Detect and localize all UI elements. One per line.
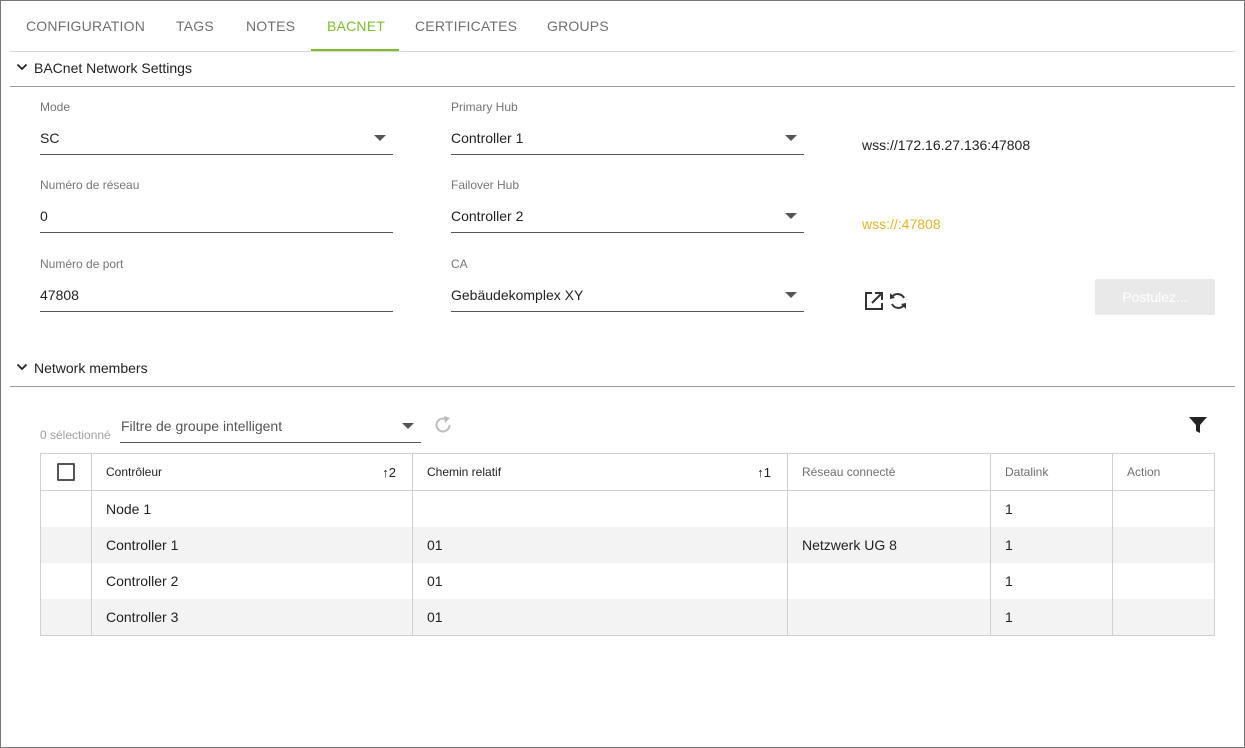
column-label: Action	[1127, 465, 1161, 479]
selected-count: 0 sélectionné	[40, 428, 111, 442]
cell-relative-path	[413, 491, 788, 527]
column-label: Réseau connecté	[802, 465, 896, 479]
table-row[interactable]: Node 1 1	[41, 491, 1214, 527]
field-label: Failover Hub	[451, 178, 520, 192]
table-header-row: Contrôleur ↑2 Chemin relatif ↑1 Réseau c…	[41, 454, 1214, 491]
cell-connected-network: Netzwerk UG 8	[788, 527, 991, 563]
column-header-relative-path[interactable]: Chemin relatif ↑1	[413, 454, 788, 490]
filter-icon[interactable]	[1187, 414, 1209, 436]
column-label: Chemin relatif	[427, 465, 502, 479]
cell-datalink: 1	[991, 527, 1113, 563]
network-number-input[interactable]: Numéro de réseau 0	[40, 178, 393, 248]
active-tab-indicator	[311, 49, 399, 51]
cell-relative-path: 01	[413, 527, 788, 563]
apply-button[interactable]: Postulez...	[1095, 279, 1215, 315]
field-label: CA	[451, 257, 468, 271]
dropdown-arrow-icon	[374, 135, 386, 141]
field-value: 47808	[40, 287, 79, 303]
cell-action	[1113, 527, 1214, 563]
field-underline	[451, 232, 804, 233]
field-underline	[40, 232, 393, 233]
header-select-cell	[41, 454, 92, 490]
cell-connected-network	[788, 599, 991, 635]
sort-indicator: ↑2	[382, 465, 396, 480]
cell-datalink: 1	[991, 563, 1113, 599]
tab-bar: CONFIGURATION TAGS NOTES BACNET CERTIFIC…	[10, 0, 1235, 52]
column-label: Contrôleur	[106, 465, 163, 479]
row-select-cell[interactable]	[41, 563, 92, 599]
field-underline	[451, 311, 804, 312]
table-row[interactable]: Controller 1 01 Netzwerk UG 8 1	[41, 527, 1214, 563]
tab-bacnet[interactable]: BACNET	[327, 18, 385, 34]
dropdown-arrow-icon	[785, 292, 797, 298]
cell-relative-path: 01	[413, 599, 788, 635]
chevron-down-icon	[16, 63, 28, 71]
cell-action	[1113, 599, 1214, 635]
cell-controller: Controller 2	[92, 563, 413, 599]
refresh-icon[interactable]	[887, 290, 909, 312]
field-label: Numéro de port	[40, 257, 124, 271]
column-header-datalink[interactable]: Datalink	[991, 454, 1113, 490]
cell-controller: Controller 1	[92, 527, 413, 563]
cell-connected-network	[788, 563, 991, 599]
dropdown-arrow-icon	[785, 213, 797, 219]
section-title: BACnet Network Settings	[34, 60, 192, 76]
failover-hub-url: wss://:47808	[862, 216, 941, 232]
cell-action	[1113, 563, 1214, 599]
cell-controller: Controller 3	[92, 599, 413, 635]
section-title: Network members	[34, 360, 148, 376]
dropdown-arrow-icon	[402, 423, 414, 429]
dropdown-arrow-icon	[785, 135, 797, 141]
cell-datalink: 1	[991, 599, 1113, 635]
field-value: 0	[40, 208, 48, 224]
smart-group-filter-select[interactable]: Filtre de groupe intelligent	[120, 413, 421, 443]
primary-hub-url: wss://172.16.27.136:47808	[862, 137, 1031, 153]
primary-hub-select[interactable]: Primary Hub Controller 1	[451, 100, 804, 170]
cell-controller: Node 1	[92, 491, 413, 527]
cell-action	[1113, 491, 1214, 527]
field-label: Numéro de réseau	[40, 178, 140, 192]
field-underline	[40, 154, 393, 155]
chevron-down-icon	[16, 363, 28, 371]
field-label: Mode	[40, 100, 71, 114]
field-value: Controller 2	[451, 208, 524, 224]
field-underline	[40, 311, 393, 312]
column-label: Datalink	[1005, 465, 1049, 479]
row-select-cell[interactable]	[41, 491, 92, 527]
mode-select[interactable]: Mode SC	[40, 100, 393, 170]
filter-value: Filtre de groupe intelligent	[121, 418, 283, 434]
row-select-cell[interactable]	[41, 527, 92, 563]
tab-notes[interactable]: NOTES	[246, 18, 295, 34]
section-header-network-members[interactable]: Network members	[10, 352, 1235, 387]
tab-certificates[interactable]: CERTIFICATES	[415, 18, 517, 34]
column-header-controller[interactable]: Contrôleur ↑2	[92, 454, 413, 490]
field-value: Gebäudekomplex XY	[451, 287, 584, 303]
open-external-icon[interactable]	[863, 290, 885, 312]
cell-connected-network	[788, 491, 991, 527]
tab-configuration[interactable]: CONFIGURATION	[26, 18, 145, 34]
row-select-cell[interactable]	[41, 599, 92, 635]
column-header-connected-network[interactable]: Réseau connecté	[788, 454, 991, 490]
section-header-network-settings[interactable]: BACnet Network Settings	[10, 52, 1235, 87]
network-members-table: Contrôleur ↑2 Chemin relatif ↑1 Réseau c…	[40, 453, 1215, 636]
cell-relative-path: 01	[413, 563, 788, 599]
field-value: Controller 1	[451, 130, 524, 146]
tab-tags[interactable]: TAGS	[176, 18, 214, 34]
failover-hub-select[interactable]: Failover Hub Controller 2	[451, 178, 804, 248]
cell-datalink: 1	[991, 491, 1113, 527]
reload-icon[interactable]	[432, 414, 454, 436]
table-row[interactable]: Controller 2 01 1	[41, 563, 1214, 599]
port-number-input[interactable]: Numéro de port 47808	[40, 257, 393, 327]
column-header-action: Action	[1113, 454, 1214, 490]
ca-select[interactable]: CA Gebäudekomplex XY	[451, 257, 804, 327]
sort-indicator: ↑1	[757, 465, 771, 480]
field-label: Primary Hub	[451, 100, 518, 114]
field-underline	[451, 154, 804, 155]
field-value: SC	[40, 130, 60, 146]
tab-groups[interactable]: GROUPS	[547, 18, 609, 34]
select-all-checkbox[interactable]	[57, 463, 75, 481]
table-row[interactable]: Controller 3 01 1	[41, 599, 1214, 635]
